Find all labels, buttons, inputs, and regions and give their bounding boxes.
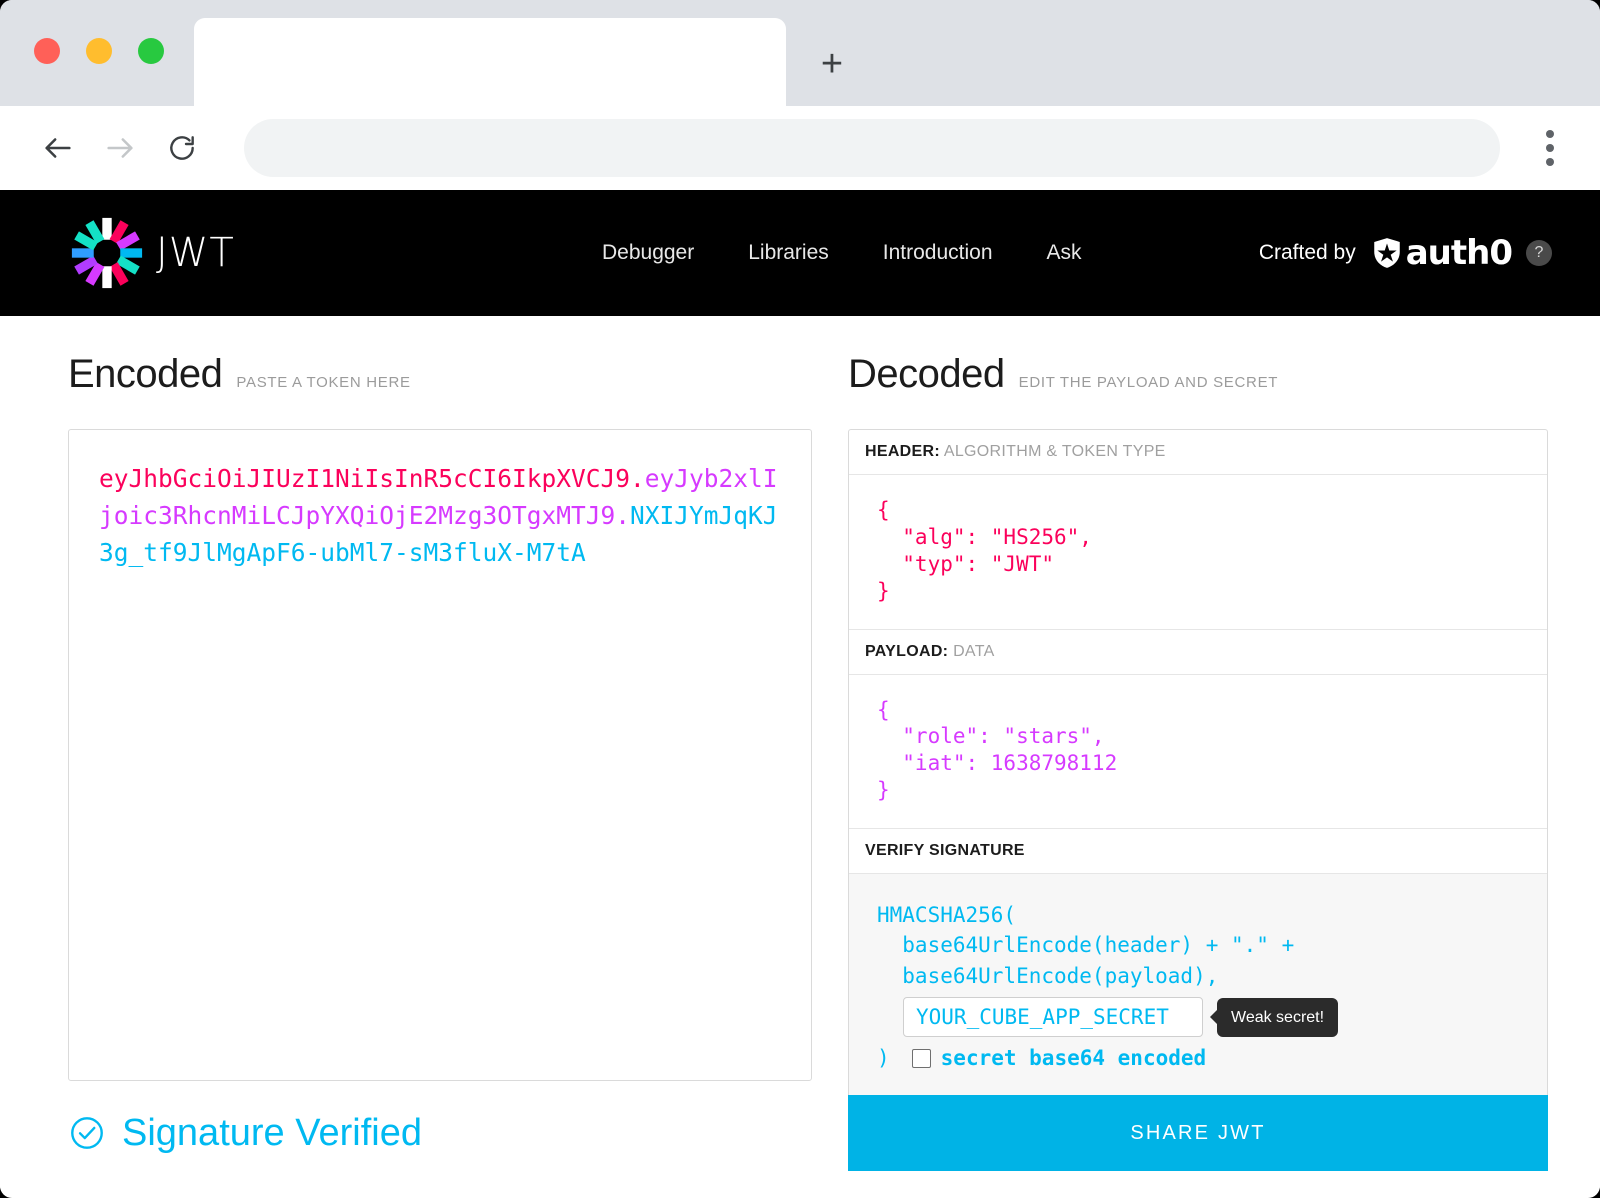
nav-item-introduction[interactable]: Introduction	[875, 235, 1001, 271]
secret-base64-checkbox[interactable]	[911, 1049, 931, 1069]
jwt-wordmark: JWT	[156, 230, 235, 276]
header-section-sub: ALGORITHM & TOKEN TYPE	[943, 443, 1166, 460]
new-tab-button[interactable]: +	[806, 38, 858, 90]
kebab-dot	[1546, 144, 1554, 152]
browser-window: + JWT Debugger Libraries Introduction As…	[0, 0, 1600, 1198]
payload-json-editor[interactable]: { "role": "stars", "iat": 1638798112 }	[849, 675, 1547, 829]
payload-section-label: PAYLOAD:	[865, 642, 949, 660]
address-bar[interactable]	[244, 119, 1500, 177]
hmac-line-1: HMACSHA256(	[877, 903, 1017, 927]
browser-tab-strip: +	[0, 0, 1600, 106]
encoded-subtitle: PASTE A TOKEN HERE	[236, 374, 411, 391]
auth0-wordmark: auth0	[1405, 233, 1513, 273]
share-jwt-button[interactable]: SHARE JWT	[848, 1095, 1548, 1171]
decoded-heading: Decoded EDIT THE PAYLOAD AND SECRET	[848, 352, 1548, 397]
site-nav: Debugger Libraries Introduction Ask	[594, 190, 1090, 316]
token-dot-1: .	[630, 464, 645, 493]
verify-signature-label: VERIFY SIGNATURE	[865, 842, 1025, 859]
signature-status: Signature Verified	[68, 1112, 812, 1155]
hmac-line-2: base64UrlEncode(header) + "." +	[877, 933, 1295, 958]
encoded-column: Encoded PASTE A TOKEN HERE eyJhbGciOiJIU…	[68, 352, 812, 1188]
encoded-title: Encoded	[68, 352, 223, 396]
encoded-token-input[interactable]: eyJhbGciOiJIUzI1NiIsInR5cCI6IkpXVCJ9.eyJ…	[68, 429, 812, 1081]
browser-tab[interactable]	[194, 18, 786, 106]
auth0-logo-link[interactable]: auth0	[1370, 233, 1513, 273]
verify-signature-area: HMACSHA256( base64UrlEncode(header) + ".…	[849, 874, 1547, 1100]
secret-row: Weak secret!	[903, 997, 1519, 1038]
kebab-dot	[1546, 158, 1554, 166]
back-arrow-icon	[45, 138, 71, 158]
weak-secret-tooltip: Weak secret!	[1217, 997, 1339, 1037]
close-window-button[interactable]	[34, 38, 60, 64]
window-controls	[34, 38, 164, 64]
decoded-column: Decoded EDIT THE PAYLOAD AND SECRET HEAD…	[848, 352, 1548, 1188]
payload-section-sub: DATA	[953, 642, 995, 660]
minimize-window-button[interactable]	[86, 38, 112, 64]
debugger-main: Encoded PASTE A TOKEN HERE eyJhbGciOiJIU…	[0, 316, 1600, 1188]
secret-input[interactable]	[903, 997, 1203, 1038]
kebab-dot	[1546, 130, 1554, 138]
token-dot-2: .	[615, 501, 631, 531]
verify-signature-title: VERIFY SIGNATURE	[849, 829, 1547, 874]
help-icon[interactable]: ?	[1526, 240, 1552, 266]
maximize-window-button[interactable]	[138, 38, 164, 64]
debugger-footer: Signature Verified SHARE JWT	[68, 1078, 1548, 1188]
decoded-title: Decoded	[848, 352, 1005, 396]
check-circle-icon	[71, 1117, 103, 1149]
nav-item-ask[interactable]: Ask	[1039, 235, 1090, 271]
header-section-label: HEADER:	[865, 443, 940, 460]
payload-section-title: PAYLOAD: DATA	[849, 630, 1547, 675]
hmac-line-3: base64UrlEncode(payload),	[877, 963, 1219, 988]
browser-menu-button[interactable]	[1526, 120, 1574, 176]
header-json-editor[interactable]: { "alg": "HS256", "typ": "JWT" }	[849, 475, 1547, 630]
reload-icon	[170, 136, 194, 160]
plus-icon: +	[820, 43, 844, 85]
site-header: JWT Debugger Libraries Introduction Ask …	[0, 190, 1600, 316]
crafted-by-label: Crafted by	[1258, 241, 1356, 264]
reload-button[interactable]	[154, 120, 210, 176]
base64-checkbox-row: ) secret base64 encoded	[877, 1043, 1519, 1073]
jwt-starburst-logo	[71, 217, 143, 289]
nav-item-debugger[interactable]: Debugger	[594, 235, 702, 271]
back-button[interactable]	[30, 120, 86, 176]
decoded-panel: HEADER: ALGORITHM & TOKEN TYPE { "alg": …	[848, 429, 1548, 1101]
jwt-brand[interactable]: JWT	[68, 214, 235, 292]
auth0-shield-icon	[1373, 238, 1400, 268]
forward-button[interactable]	[92, 120, 148, 176]
token-header-part: eyJhbGciOiJIUzI1NiIsInR5cCI6IkpXVCJ9	[99, 464, 631, 493]
crafted-by-block: Crafted by auth0 ?	[1259, 190, 1552, 316]
forward-arrow-icon	[107, 138, 133, 158]
encoded-heading: Encoded PASTE A TOKEN HERE	[68, 352, 812, 397]
signature-status-text: Signature Verified	[122, 1111, 422, 1154]
decoded-subtitle: EDIT THE PAYLOAD AND SECRET	[1018, 374, 1279, 391]
secret-base64-label: secret base64 encoded	[940, 1046, 1207, 1071]
header-section-title: HEADER: ALGORITHM & TOKEN TYPE	[849, 430, 1547, 475]
close-paren: )	[877, 1046, 890, 1071]
nav-item-libraries[interactable]: Libraries	[740, 235, 837, 271]
browser-toolbar	[0, 106, 1600, 190]
